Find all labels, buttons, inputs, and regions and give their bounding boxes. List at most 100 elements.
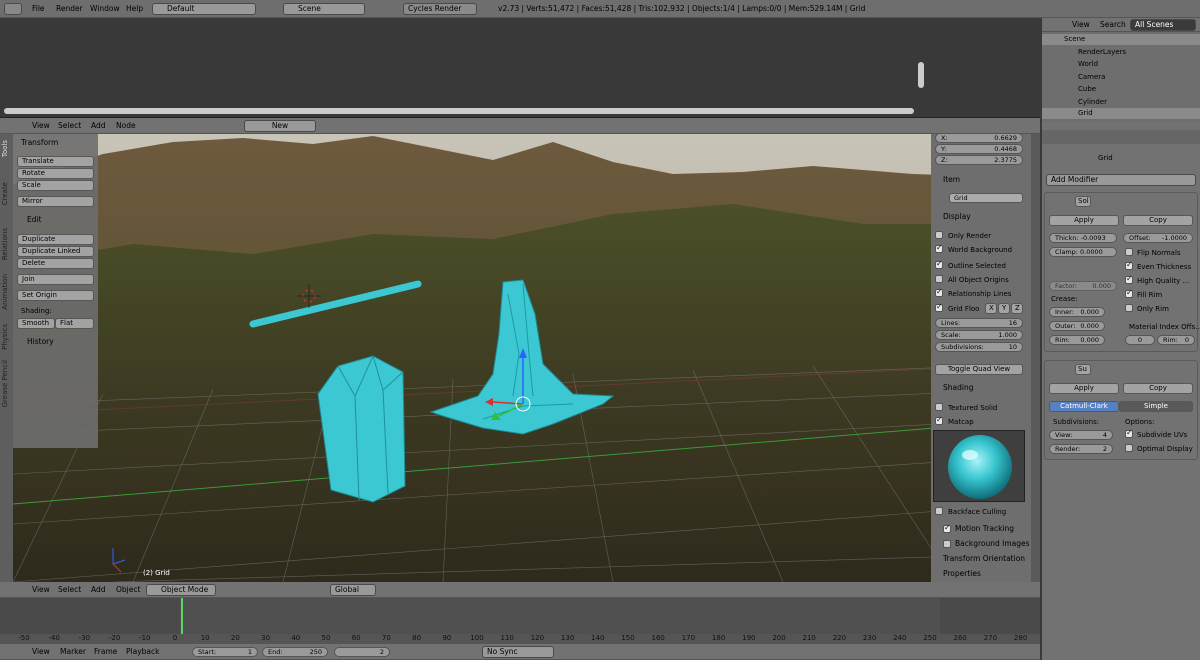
background-images-checkbox[interactable]	[943, 540, 951, 548]
outliner-camera[interactable]: Camera	[1078, 72, 1105, 82]
axis-y-toggle[interactable]: Y	[998, 303, 1010, 314]
node-menu-node[interactable]: Node	[116, 118, 136, 134]
subsurf-apply-button[interactable]: Apply	[1049, 383, 1119, 394]
material-offset-field[interactable]: 0	[1125, 335, 1155, 345]
view3d-menu-view[interactable]: View	[32, 582, 50, 598]
simple-toggle[interactable]: Simple	[1119, 401, 1193, 412]
grid-scale-field[interactable]: Scale: 1.000	[935, 330, 1023, 340]
world-background-checkbox[interactable]	[935, 243, 943, 253]
material-rim-field[interactable]: Rim: 0	[1157, 335, 1195, 345]
outliner-renderlayers[interactable]: RenderLayers	[1078, 47, 1126, 57]
scene-select[interactable]: Scene	[283, 3, 365, 15]
tab-animation[interactable]: Animation	[1, 274, 12, 310]
history-panel-title[interactable]: History	[27, 336, 54, 348]
axis-z-toggle[interactable]: Z	[1011, 303, 1023, 314]
location-y-field[interactable]: Y: 0.4468	[935, 144, 1023, 154]
subsurf-view-field[interactable]: View: 4	[1049, 430, 1113, 440]
editor-type-button[interactable]	[4, 3, 22, 15]
axis-x-toggle[interactable]: X	[985, 303, 997, 314]
timeline-menu-marker[interactable]: Marker	[60, 644, 86, 660]
menu-render[interactable]: Render	[56, 0, 83, 17]
matcap-checkbox[interactable]	[935, 415, 943, 425]
timeline-menu-frame[interactable]: Frame	[94, 644, 117, 660]
tab-relations[interactable]: Relations	[1, 228, 12, 260]
motion-tracking-checkbox[interactable]	[943, 523, 951, 533]
outliner-row-scene[interactable]: Scene	[1042, 34, 1200, 45]
location-x-field[interactable]: X: 0.6629	[935, 133, 1023, 143]
add-modifier-select[interactable]: Add Modifier	[1046, 174, 1196, 186]
backface-culling-checkbox[interactable]	[935, 507, 943, 515]
outliner-menu-search[interactable]: Search	[1100, 18, 1126, 32]
duplicate-linked-button[interactable]: Duplicate Linked	[17, 246, 94, 257]
mode-select[interactable]: Object Mode	[146, 584, 216, 596]
tab-create[interactable]: Create	[1, 182, 12, 205]
rotate-button[interactable]: Rotate	[17, 168, 94, 179]
matcap-preview[interactable]	[933, 430, 1025, 502]
new-material-button[interactable]: New	[244, 120, 316, 132]
background-images-title[interactable]: Background Images	[955, 538, 1030, 550]
outliner-world[interactable]: World	[1078, 59, 1098, 69]
flip-normals-checkbox[interactable]	[1125, 248, 1133, 256]
crease-inner-field[interactable]: Inner: 0.000	[1049, 307, 1105, 317]
node-menu-view[interactable]: View	[32, 118, 50, 134]
location-z-field[interactable]: Z: 2.3775	[935, 155, 1023, 165]
fill-rim-checkbox[interactable]	[1125, 288, 1133, 298]
subsurf-name-field[interactable]: Su	[1075, 364, 1091, 375]
object-name-field[interactable]: Grid	[949, 193, 1023, 203]
set-origin-select[interactable]: Set Origin	[17, 290, 94, 301]
high-quality-checkbox[interactable]	[1125, 274, 1133, 284]
properties-tabs[interactable]	[1042, 130, 1200, 144]
only-rim-checkbox[interactable]	[1125, 304, 1133, 312]
shading-panel-title[interactable]: Shading	[943, 382, 973, 394]
smooth-button[interactable]: Smooth	[17, 318, 55, 329]
start-frame-field[interactable]: Start: 1	[192, 647, 258, 657]
even-thickness-checkbox[interactable]	[1125, 260, 1133, 270]
outliner-cylinder[interactable]: Cylinder	[1078, 97, 1107, 107]
crease-outer-field[interactable]: Outer: 0.000	[1049, 321, 1105, 331]
tab-grease-pencil[interactable]: Grease Pencil	[1, 360, 12, 407]
tab-physics[interactable]: Physics	[1, 324, 12, 350]
orientation-select[interactable]: Global	[330, 584, 376, 596]
all-object-origins-checkbox[interactable]	[935, 275, 943, 283]
crease-rim-field[interactable]: Rim: 0.000	[1049, 335, 1105, 345]
node-editor[interactable]	[0, 18, 1040, 118]
render-engine-select[interactable]: Cycles Render	[403, 3, 477, 15]
grid-subdivisions-field[interactable]: Subdivisions: 10	[935, 342, 1023, 352]
node-editor-scrollbar[interactable]	[4, 108, 914, 114]
menu-help[interactable]: Help	[126, 0, 143, 17]
view3d-menu-select[interactable]: Select	[58, 582, 81, 598]
view3d-menu-object[interactable]: Object	[116, 582, 140, 598]
solidify-copy-button[interactable]: Copy	[1123, 215, 1193, 226]
grid-lines-field[interactable]: Lines: 16	[935, 318, 1023, 328]
clamp-field[interactable]: Clamp: 0.0000	[1049, 247, 1117, 257]
sync-select[interactable]: No Sync	[482, 646, 554, 658]
menu-window[interactable]: Window	[90, 0, 120, 17]
timeline-menu-playback[interactable]: Playback	[126, 644, 159, 660]
menu-file[interactable]: File	[32, 0, 45, 17]
translate-button[interactable]: Translate	[17, 156, 94, 167]
factor-field[interactable]: Factor: 0.000	[1049, 281, 1117, 291]
join-button[interactable]: Join	[17, 274, 94, 285]
subsurf-copy-button[interactable]: Copy	[1123, 383, 1193, 394]
timeline[interactable]	[0, 598, 1040, 644]
grid-floor-checkbox[interactable]	[935, 302, 943, 312]
subdivide-uvs-checkbox[interactable]	[1125, 428, 1133, 438]
current-frame-field[interactable]: 2	[334, 647, 390, 657]
layout-select[interactable]: Default	[152, 3, 256, 15]
display-panel-title[interactable]: Display	[943, 211, 971, 223]
relationship-lines-checkbox[interactable]	[935, 287, 943, 297]
transform-panel-title[interactable]: Transform	[21, 137, 58, 149]
view3d-menu-add[interactable]: Add	[91, 582, 106, 598]
outliner-menu-view[interactable]: View	[1072, 18, 1090, 32]
viewport-3d[interactable]: (2) Grid	[13, 134, 1031, 582]
item-panel-title[interactable]: Item	[943, 174, 960, 186]
outliner-row-grid[interactable]: Grid	[1042, 108, 1200, 119]
catmull-clark-toggle[interactable]: Catmull-Clark	[1049, 401, 1119, 412]
duplicate-button[interactable]: Duplicate	[17, 234, 94, 245]
optimal-display-checkbox[interactable]	[1125, 444, 1133, 452]
subsurf-render-field[interactable]: Render: 2	[1049, 444, 1113, 454]
node-menu-select[interactable]: Select	[58, 118, 81, 134]
solidify-apply-button[interactable]: Apply	[1049, 215, 1119, 226]
tab-tools[interactable]: Tools	[1, 140, 12, 157]
flat-button[interactable]: Flat	[55, 318, 94, 329]
